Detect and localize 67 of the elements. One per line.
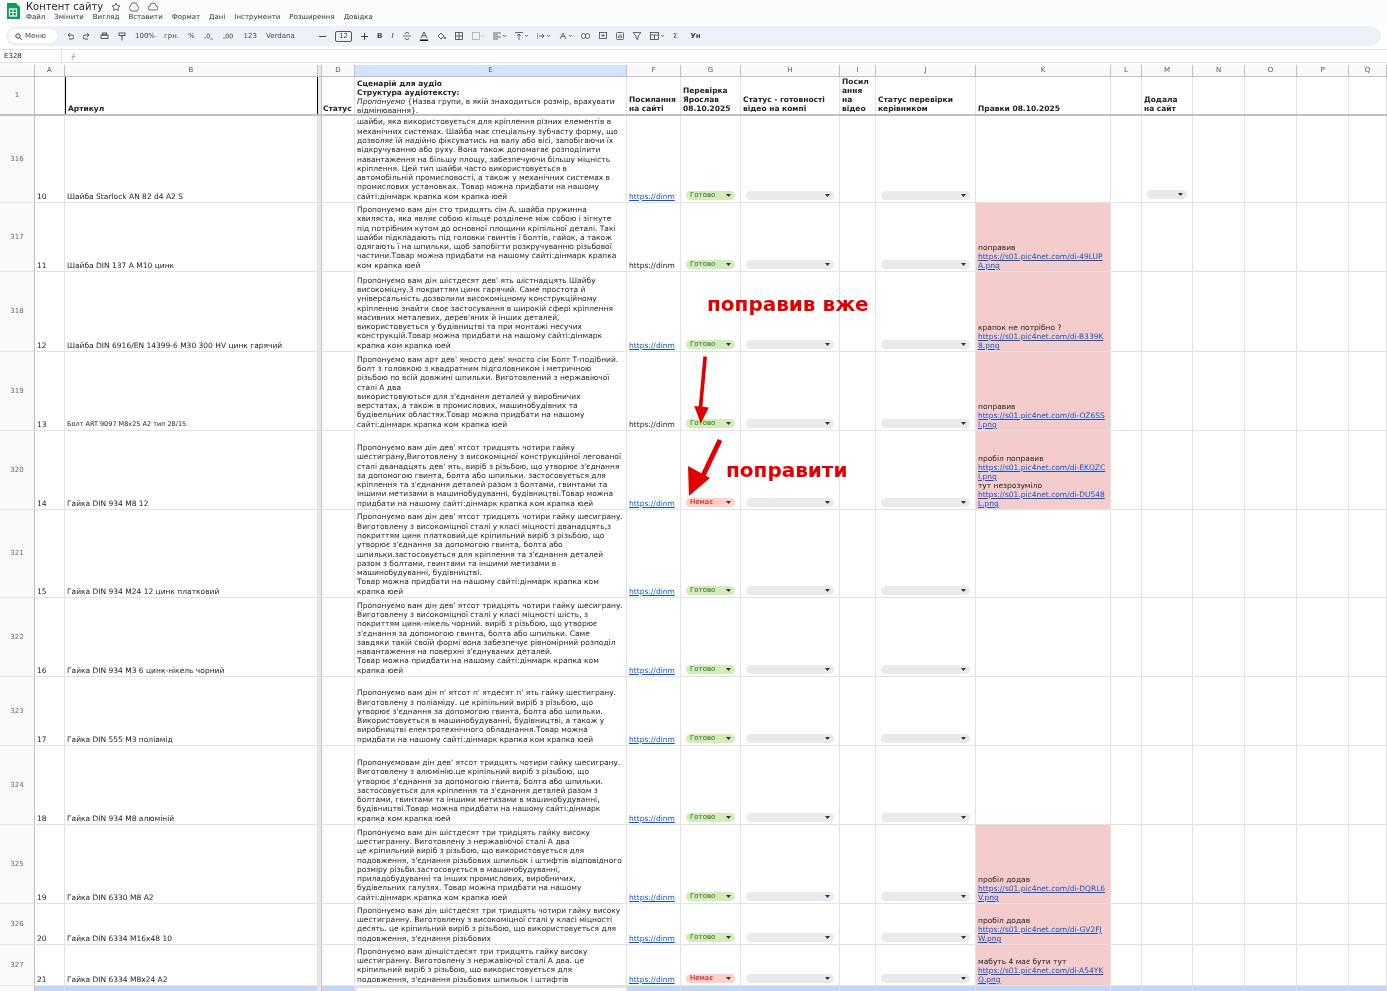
caret-icon[interactable] — [825, 895, 830, 898]
annotation-text: поправити — [726, 458, 848, 482]
caret-icon[interactable] — [825, 936, 830, 939]
search-icon[interactable] — [15, 32, 22, 40]
redo-icon[interactable] — [83, 32, 91, 40]
caret-icon[interactable] — [961, 422, 966, 425]
link-icon[interactable] — [581, 33, 590, 39]
table-icon[interactable] — [650, 32, 664, 40]
caret-icon[interactable] — [726, 895, 731, 898]
caret-icon[interactable] — [961, 589, 966, 592]
caret-icon[interactable] — [825, 194, 830, 197]
comment-icon[interactable] — [599, 32, 607, 40]
caret-icon[interactable] — [726, 194, 731, 197]
caret-icon[interactable] — [726, 422, 731, 425]
merge-cells-icon[interactable] — [472, 32, 484, 40]
caret-icon[interactable] — [825, 668, 830, 671]
caret-icon[interactable] — [825, 977, 830, 980]
caret-icon[interactable] — [961, 263, 966, 266]
caret-icon[interactable] — [825, 422, 830, 425]
empty-dropdown[interactable] — [1147, 190, 1187, 199]
borders-icon[interactable] — [455, 32, 463, 40]
caret-icon[interactable] — [961, 816, 966, 819]
caret-icon[interactable] — [825, 816, 830, 819]
paint-roller-icon[interactable] — [118, 31, 126, 41]
caret-icon[interactable] — [825, 589, 830, 592]
caret-icon[interactable] — [726, 977, 731, 980]
caret-icon[interactable] — [726, 816, 731, 819]
caret-icon[interactable] — [726, 737, 731, 740]
caret-icon[interactable] — [961, 895, 966, 898]
caret-icon[interactable] — [726, 343, 731, 346]
undo-icon[interactable] — [66, 32, 74, 40]
chart-icon[interactable] — [616, 32, 624, 40]
caret-icon[interactable] — [961, 977, 966, 980]
caret-icon[interactable] — [726, 936, 731, 939]
document-title[interactable]: Контент сайту — [26, 1, 104, 12]
caret-icon[interactable] — [961, 737, 966, 740]
caret-icon[interactable] — [726, 668, 731, 671]
fill-color-icon[interactable] — [437, 32, 446, 40]
sheets-logo-icon[interactable] — [6, 2, 20, 20]
caret-icon[interactable] — [825, 737, 830, 740]
caret-icon[interactable] — [825, 343, 830, 346]
caret-icon[interactable] — [726, 263, 731, 266]
annotation-text: поправив вже — [707, 292, 869, 316]
caret-icon[interactable] — [961, 343, 966, 346]
cloud-icon[interactable] — [147, 2, 159, 11]
vertical-align-icon[interactable] — [515, 32, 528, 40]
text-color-icon[interactable] — [420, 31, 428, 41]
caret-icon[interactable] — [825, 263, 830, 266]
text-wrap-icon[interactable] — [537, 32, 550, 40]
caret-icon[interactable] — [726, 501, 731, 504]
filter-icon[interactable] — [633, 32, 641, 40]
strikethrough-icon[interactable] — [403, 32, 411, 40]
caret-icon[interactable] — [1178, 193, 1183, 196]
print-icon[interactable] — [100, 32, 109, 40]
caret-icon[interactable] — [961, 501, 966, 504]
text-rotate-icon[interactable] — [559, 32, 572, 40]
plus-icon[interactable] — [360, 32, 368, 40]
increase-decimal-icon[interactable] — [222, 32, 235, 40]
caret-icon[interactable] — [726, 589, 731, 592]
arrow — [688, 438, 724, 498]
caret-icon[interactable] — [961, 936, 966, 939]
caret-icon[interactable] — [825, 501, 830, 504]
caret-icon[interactable] — [961, 194, 966, 197]
caret-icon[interactable] — [961, 668, 966, 671]
align-left-icon[interactable] — [493, 32, 506, 40]
star-icon[interactable] — [111, 1, 122, 12]
decrease-decimal-icon[interactable] — [203, 32, 214, 40]
